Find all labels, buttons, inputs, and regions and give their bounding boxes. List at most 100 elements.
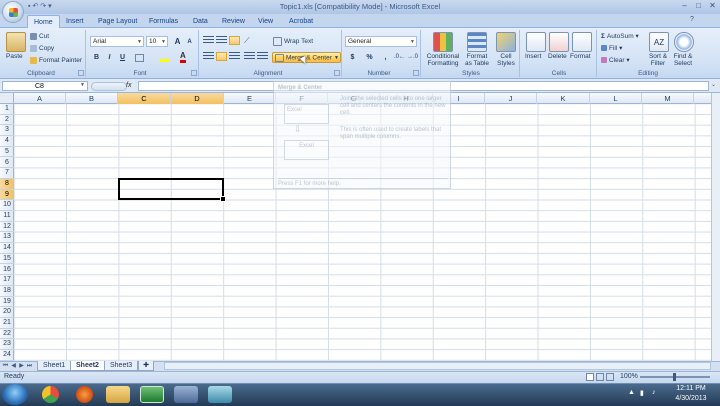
normal-view-icon[interactable] — [586, 373, 594, 381]
decrease-indent-icon[interactable] — [244, 52, 255, 61]
floppy-icon[interactable] — [174, 386, 198, 403]
grow-font-button[interactable]: A — [172, 36, 183, 47]
row-header[interactable]: 19 — [0, 297, 14, 308]
row-header[interactable]: 23 — [0, 339, 14, 351]
bold-button[interactable]: B — [91, 52, 102, 63]
row-header[interactable]: 11 — [0, 211, 14, 222]
middle-align-icon[interactable] — [216, 36, 227, 45]
row-header[interactable]: 5 — [0, 147, 14, 158]
copy-button[interactable]: Copy — [30, 45, 54, 53]
format-as-table-icon[interactable] — [467, 32, 487, 52]
tab-data[interactable]: Data — [187, 15, 214, 28]
italic-button[interactable]: I — [104, 52, 115, 63]
row-header[interactable]: 18 — [0, 286, 14, 297]
format-as-table-button[interactable]: Format as Table — [461, 53, 493, 67]
tray-arrow-icon[interactable]: ▲ — [628, 389, 635, 396]
sheet-tab-sheet2[interactable]: Sheet2 — [70, 361, 105, 371]
column-header[interactable]: L — [590, 93, 642, 104]
align-left-icon[interactable] — [203, 52, 214, 61]
autosum-button[interactable]: Σ AutoSum ▾ — [601, 33, 639, 41]
insert-function-button[interactable]: fx — [126, 80, 131, 92]
chrome-icon[interactable] — [42, 386, 59, 403]
fill-button[interactable]: Fill ▾ — [601, 45, 622, 53]
column-header[interactable]: D — [171, 93, 224, 104]
comma-button[interactable]: , — [380, 52, 391, 63]
firefox-icon[interactable] — [76, 386, 93, 403]
vertical-scrollbar[interactable] — [711, 93, 720, 361]
font-color-icon[interactable]: A — [180, 52, 186, 63]
start-button[interactable] — [2, 384, 28, 405]
expand-formula-bar-icon[interactable]: ⌄ — [711, 81, 716, 88]
row-header[interactable]: 10 — [0, 200, 14, 211]
clipboard-launcher-icon[interactable] — [78, 70, 84, 76]
row-header[interactable]: 4 — [0, 136, 14, 147]
row-header[interactable]: 9 — [0, 189, 14, 201]
sheet-tab-sheet3[interactable]: Sheet3 — [104, 361, 139, 371]
row-header[interactable]: 1 — [0, 104, 14, 115]
tab-view[interactable]: View — [252, 15, 279, 28]
column-header[interactable]: A — [14, 93, 66, 104]
window-app-icon[interactable] — [208, 386, 232, 403]
conditional-formatting-icon[interactable] — [433, 32, 453, 52]
column-header[interactable]: M — [642, 93, 694, 104]
row-header[interactable]: 16 — [0, 265, 14, 276]
paste-icon[interactable] — [6, 32, 26, 52]
maximize-button[interactable]: □ — [692, 1, 705, 12]
active-cell-selection[interactable] — [118, 178, 226, 202]
sort-filter-button[interactable]: Sort & Filter — [646, 53, 670, 67]
top-align-icon[interactable] — [203, 36, 214, 45]
column-header[interactable]: E — [224, 93, 276, 104]
delete-button[interactable]: Delete — [548, 53, 567, 61]
currency-button[interactable]: $ — [347, 52, 358, 63]
percent-button[interactable]: % — [364, 52, 375, 63]
tab-formulas[interactable]: Formulas — [143, 15, 184, 28]
format-button[interactable]: Format — [570, 53, 591, 61]
delete-cells-icon[interactable] — [549, 32, 569, 52]
font-name-combo[interactable]: Arial ▼ — [90, 36, 144, 47]
column-header[interactable]: C — [118, 93, 171, 104]
cell-styles-button[interactable]: Cell Styles — [493, 53, 519, 67]
sheet-tab-sheet1[interactable]: Sheet1 — [37, 361, 72, 371]
chevron-down-icon[interactable]: ▼ — [80, 82, 85, 88]
find-select-button[interactable]: Find & Select — [670, 53, 696, 67]
increase-indent-icon[interactable] — [257, 52, 268, 61]
page-break-view-icon[interactable] — [606, 373, 614, 381]
network-icon[interactable]: ▮ — [640, 389, 644, 397]
prev-sheet-icon[interactable]: ◀ — [10, 362, 17, 370]
shrink-font-button[interactable]: A — [184, 37, 195, 48]
format-cells-icon[interactable] — [572, 32, 592, 52]
column-header[interactable]: K — [537, 93, 590, 104]
last-sheet-icon[interactable]: ⏭ — [26, 362, 33, 370]
conditional-formatting-button[interactable]: Conditional Formatting — [424, 53, 462, 67]
row-header[interactable]: 20 — [0, 307, 14, 318]
cell-styles-icon[interactable] — [496, 32, 516, 52]
office-button[interactable] — [2, 1, 24, 23]
cut-button[interactable]: Cut — [30, 33, 49, 41]
number-launcher-icon[interactable] — [413, 70, 419, 76]
next-sheet-icon[interactable]: ▶ — [18, 362, 25, 370]
close-button[interactable]: ✕ — [706, 1, 719, 12]
first-sheet-icon[interactable]: ⏮ — [2, 362, 9, 370]
row-header[interactable]: 24 — [0, 350, 14, 361]
sort-filter-icon[interactable]: AZ — [649, 32, 669, 52]
align-center-icon[interactable] — [216, 52, 227, 61]
help-icon[interactable]: ? — [690, 16, 694, 23]
fill-color-icon[interactable] — [160, 53, 170, 62]
row-header[interactable]: 3 — [0, 125, 14, 137]
select-all-corner[interactable] — [0, 93, 14, 104]
decrease-decimal-icon[interactable]: →.0 — [407, 52, 418, 63]
minimize-button[interactable]: – — [678, 1, 691, 12]
row-header[interactable]: 6 — [0, 158, 14, 169]
paste-button[interactable]: Paste — [6, 53, 23, 61]
underline-button[interactable]: U — [117, 52, 128, 63]
wrap-text-button[interactable]: Wrap Text — [273, 37, 313, 46]
insert-cells-icon[interactable] — [526, 32, 546, 52]
binoculars-icon[interactable] — [674, 32, 694, 52]
zoom-slider-thumb[interactable] — [673, 373, 676, 381]
increase-decimal-icon[interactable]: .0← — [394, 52, 405, 63]
row-header[interactable]: 13 — [0, 232, 14, 244]
excel-taskbar-icon[interactable] — [140, 386, 164, 403]
orientation-icon[interactable]: ⟋ — [244, 36, 255, 45]
alignment-launcher-icon[interactable] — [334, 70, 340, 76]
horizontal-scrollbar[interactable] — [164, 362, 711, 370]
